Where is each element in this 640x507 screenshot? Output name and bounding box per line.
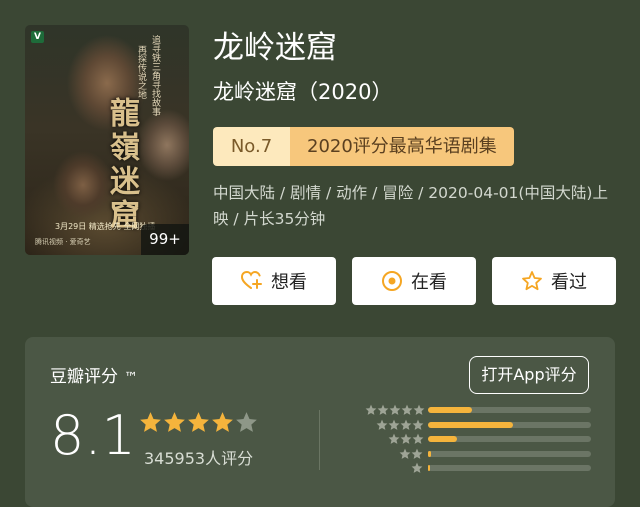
watching-button[interactable]: 在看 — [352, 257, 476, 305]
douban-rating-label: 豆瓣评分 — [50, 367, 118, 387]
open-app-rate-button[interactable]: 打开App评分 — [469, 356, 589, 394]
star-outline-icon — [522, 271, 542, 291]
distribution-row — [350, 462, 592, 476]
small-star-icon — [411, 462, 422, 473]
rating-stars — [139, 411, 258, 434]
small-star-icon — [401, 404, 412, 415]
distribution-row — [350, 448, 592, 462]
rating-vote-count: 345953人评分 — [144, 449, 254, 468]
rating-divider — [319, 410, 320, 470]
small-star-icon — [412, 433, 423, 444]
distribution-row — [350, 404, 592, 418]
small-star-icon — [413, 404, 424, 415]
eye-circle-icon — [382, 271, 402, 291]
page-subtitle: 龙岭迷窟（2020） — [213, 80, 393, 104]
poster-image[interactable]: V 追寻铁三角寻找故事 再探传说之地 龍嶺迷窟 3月29日 精选抢先 全网独播 … — [25, 25, 189, 255]
want-to-watch-button[interactable]: 想看 — [212, 257, 336, 305]
want-to-watch-label: 想看 — [271, 272, 307, 293]
rank-description: 2020评分最高华语剧集 — [290, 127, 514, 166]
star-icon — [236, 412, 257, 432]
distribution-bar-fill — [428, 421, 513, 428]
small-star-icon — [388, 419, 400, 430]
small-star-icon — [365, 404, 376, 415]
distribution-row — [350, 419, 592, 433]
small-star-icon — [377, 404, 388, 415]
movie-meta-info: 中国大陆 / 剧情 / 动作 / 冒险 / 2020-04-01(中国大陆)上映… — [213, 184, 608, 228]
distribution-row — [350, 433, 592, 447]
small-star-icon — [400, 419, 412, 430]
distribution-bar-track — [428, 421, 591, 428]
small-star-icon — [412, 419, 424, 430]
star-icon — [212, 412, 233, 432]
watched-label: 看过 — [551, 272, 587, 293]
watched-button[interactable]: 看过 — [492, 257, 616, 305]
poster-bottom-text-2: 腾讯视频 · 爱奇艺 — [35, 238, 91, 246]
distribution-bar-track — [428, 407, 591, 413]
rank-number: No.7 — [213, 127, 290, 166]
poster-side-text: 追寻铁三角寻找故事 — [150, 35, 160, 116]
distribution-stars — [399, 448, 423, 460]
distribution-stars — [388, 433, 424, 445]
star-icon — [140, 412, 161, 432]
star-icon — [164, 412, 185, 432]
rating-card-title: 豆瓣评分 ™ — [50, 362, 138, 387]
distribution-bar-track — [428, 465, 591, 471]
distribution-stars — [365, 404, 425, 416]
rank-badge[interactable]: No.7 2020评分最高华语剧集 — [213, 127, 514, 166]
page-title: 龙岭迷窟 — [213, 30, 337, 66]
distribution-bar-track — [428, 436, 591, 442]
comment-count-badge: 99+ — [141, 224, 189, 255]
rating-score: 8.1 — [50, 404, 136, 467]
small-star-icon — [399, 448, 411, 459]
watching-label: 在看 — [411, 272, 447, 293]
distribution-stars — [411, 462, 423, 474]
poster-side-text-2: 再探传说之地 — [136, 45, 146, 99]
small-star-icon — [376, 419, 388, 430]
poster-logo: V — [31, 31, 44, 43]
heart-plus-icon — [241, 271, 262, 289]
distribution-bar-fill — [428, 436, 458, 442]
distribution-bar-fill — [428, 450, 432, 457]
poster-title-art: 龍嶺迷窟 — [104, 97, 139, 233]
small-star-icon — [389, 404, 400, 415]
small-star-icon — [388, 433, 399, 444]
distribution-bar-fill — [428, 407, 472, 413]
small-star-icon — [400, 433, 411, 444]
distribution-bar-fill — [428, 465, 430, 471]
distribution-bar-track — [428, 450, 591, 457]
small-star-icon — [411, 448, 423, 459]
distribution-stars — [376, 419, 424, 431]
star-icon — [188, 412, 209, 432]
trademark-mark: ™ — [124, 370, 138, 386]
